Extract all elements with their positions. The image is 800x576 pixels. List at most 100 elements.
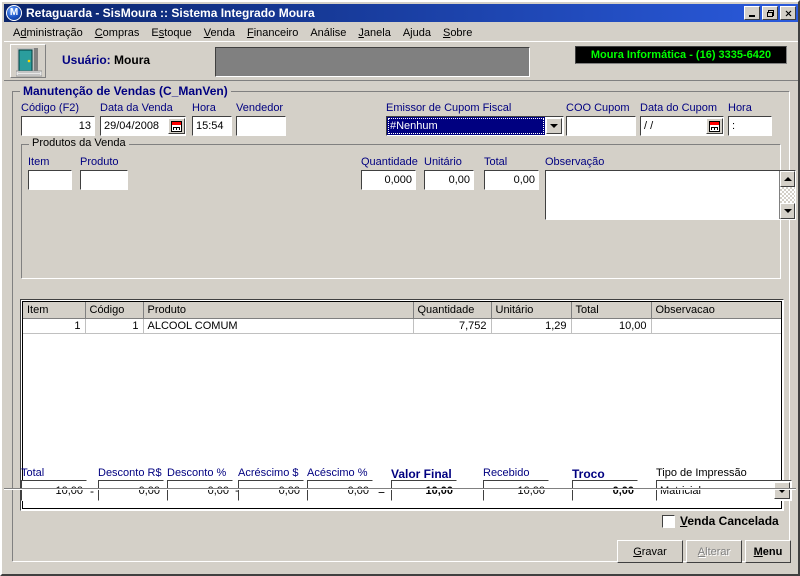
table-header-row: Item Código Produto Quantidade Unitário …: [23, 302, 781, 319]
emissor-combo[interactable]: #Nenhum: [386, 116, 564, 136]
scroll-up-icon[interactable]: [780, 171, 795, 187]
valor-final-label: Valor Final: [391, 467, 452, 481]
menu-item-compras[interactable]: Compras: [89, 25, 146, 41]
products-table: Item Código Produto Quantidade Unitário …: [23, 302, 781, 334]
desconto-pc-input[interactable]: 0,00: [167, 480, 233, 501]
cell-codigo[interactable]: 1: [85, 318, 144, 334]
coo-input[interactable]: [566, 116, 636, 136]
cell-item[interactable]: 1: [23, 318, 86, 334]
vendedor-label: Vendedor: [236, 102, 284, 114]
cell-unitario[interactable]: 1,29: [491, 318, 572, 334]
col-total[interactable]: Total: [571, 302, 652, 319]
exit-door-button[interactable]: [10, 44, 46, 78]
codigo-input[interactable]: 13: [21, 116, 95, 136]
acrescimo-input[interactable]: 0,00: [238, 480, 304, 501]
observacao-scrollbar[interactable]: [779, 171, 795, 219]
calendar-button-venda[interactable]: [168, 118, 185, 134]
tipo-impressao-label: Tipo de Impressão: [656, 467, 747, 479]
user-label: Usuário: Moura: [62, 53, 151, 67]
user-name: Moura: [114, 53, 151, 67]
calendar-icon: [171, 120, 182, 132]
scroll-track[interactable]: [780, 187, 795, 203]
col-quantidade[interactable]: Quantidade: [413, 302, 492, 319]
hora-label: Hora: [192, 102, 216, 114]
group-title: Manutenção de Vendas (C_ManVen): [20, 84, 231, 98]
status-separator: [4, 488, 796, 490]
item-input[interactable]: [28, 170, 72, 190]
company-led-display: Moura Informática - (16) 3335-6420: [575, 46, 787, 64]
col-produto[interactable]: Produto: [143, 302, 414, 319]
close-button[interactable]: [780, 6, 796, 20]
tipo-impressao-combo[interactable]: Matricial: [656, 480, 792, 501]
operator-minus: -: [90, 484, 94, 498]
menu-item-financeiro[interactable]: Financeiro: [241, 25, 304, 41]
troco-input[interactable]: 0,00: [572, 480, 638, 501]
quantidade-input[interactable]: 0,000: [361, 170, 416, 190]
menu-item-sobre[interactable]: Sobre: [437, 25, 478, 41]
produto-input[interactable]: [80, 170, 128, 190]
menu-button[interactable]: Menu: [745, 540, 791, 563]
maximize-button[interactable]: [762, 6, 778, 20]
menu-item-analise[interactable]: Análise: [304, 25, 352, 41]
minimize-button[interactable]: [744, 6, 760, 20]
data-venda-label: Data da Venda: [100, 102, 173, 114]
acescimo-pc-label: Acéscimo %: [307, 467, 368, 479]
quantidade-label: Quantidade: [361, 156, 418, 168]
coo-label: COO Cupom: [566, 102, 630, 114]
hora-input[interactable]: 15:54: [192, 116, 232, 136]
codigo-label: Código (F2): [21, 102, 80, 114]
col-unitario[interactable]: Unitário: [491, 302, 572, 319]
menu-item-janela[interactable]: Janela: [352, 25, 396, 41]
venda-cancelada-checkbox[interactable]: [662, 514, 675, 528]
window-controls: [744, 6, 796, 20]
col-observacao[interactable]: Observacao: [651, 302, 781, 319]
produto-total-label: Total: [484, 156, 508, 168]
table-row[interactable]: 1 1 ALCOOL COMUM 7,752 1,29 10,00: [23, 318, 781, 334]
cell-total[interactable]: 10,00: [571, 318, 652, 334]
col-item[interactable]: Item: [23, 302, 86, 319]
menu-item-estoque[interactable]: Estoque: [145, 25, 197, 41]
desconto-pc-label: Desconto %: [167, 467, 227, 479]
observacao-label: Observação: [545, 156, 605, 168]
calendar-icon: [709, 120, 720, 132]
hora-cupom-input[interactable]: :: [728, 116, 772, 136]
produto-total-input[interactable]: 0,00: [484, 170, 539, 190]
desconto-rs-label: Desconto R$: [98, 467, 162, 479]
menu-bar: Administração Compras Estoque Venda Fina…: [4, 24, 798, 41]
recebido-input[interactable]: 10,00: [483, 480, 549, 501]
desconto-rs-input[interactable]: 0,00: [98, 480, 164, 501]
vendedor-input[interactable]: [236, 116, 286, 136]
menu-item-administracao[interactable]: Administração: [7, 25, 89, 41]
emissor-label: Emissor de Cupom Fiscal: [386, 102, 512, 114]
troco-label: Troco: [572, 467, 605, 481]
valor-final-input[interactable]: 10,00: [391, 480, 457, 501]
title-bar: M Retaguarda - SisMoura :: Sistema Integ…: [4, 4, 798, 22]
menu-label: Menu: [753, 545, 783, 558]
gravar-button[interactable]: Gravar: [617, 540, 683, 563]
acescimo-pc-input[interactable]: 0,00: [307, 480, 373, 501]
cell-observacao[interactable]: [651, 318, 781, 334]
alterar-button: Alterar: [686, 540, 742, 563]
data-cupom-label: Data do Cupom: [640, 102, 718, 114]
menu-item-venda[interactable]: Venda: [198, 25, 241, 41]
tipo-impressao-value: Matricial: [660, 484, 701, 497]
acrescimo-label: Acréscimo $: [238, 467, 299, 479]
cell-produto[interactable]: ALCOOL COMUM: [143, 318, 414, 334]
chevron-down-icon[interactable]: [774, 482, 790, 499]
hora-cupom-label: Hora: [728, 102, 752, 114]
calendar-button-cupom[interactable]: [706, 118, 723, 134]
venda-cancelada-row[interactable]: Venda Cancelada: [662, 514, 779, 528]
unitario-input[interactable]: 0,00: [424, 170, 474, 190]
total-input[interactable]: 10,00: [21, 480, 87, 501]
total-label: Total: [21, 467, 45, 479]
cell-quantidade[interactable]: 7,752: [413, 318, 492, 334]
observacao-memo[interactable]: [545, 170, 796, 220]
observacao-text[interactable]: [546, 171, 779, 219]
menu-item-ajuda[interactable]: Ajuda: [397, 25, 437, 41]
scroll-down-icon[interactable]: [780, 203, 795, 219]
chevron-down-icon[interactable]: [546, 118, 562, 134]
col-codigo[interactable]: Código: [85, 302, 144, 319]
produto-label: Produto: [80, 156, 119, 168]
produtos-group-title: Produtos da Venda: [29, 137, 129, 149]
gravar-label: Gravar: [633, 545, 667, 558]
